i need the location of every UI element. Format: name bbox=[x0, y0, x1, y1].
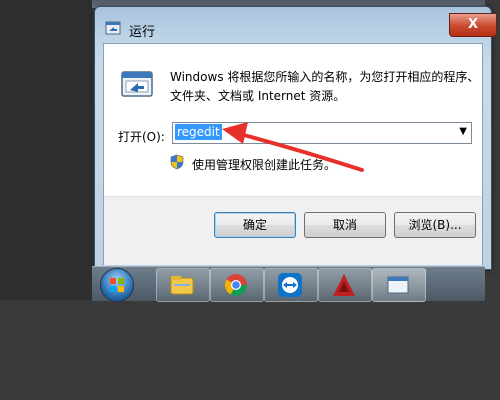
admin-note-text: 使用管理权限创建此任务。 bbox=[192, 158, 337, 172]
taskbar-item-autocad[interactable] bbox=[318, 268, 372, 302]
uac-shield-icon bbox=[170, 154, 184, 170]
taskbar bbox=[92, 266, 485, 302]
chevron-down-icon[interactable]: ▼ bbox=[459, 126, 467, 137]
run-dialog: 运行 X Windows 将根据您所输入的名称，为您打开相应的程序、 文件夹、文… bbox=[94, 6, 497, 270]
description-line-1: Windows 将根据您所输入的名称，为您打开相应的程序、 bbox=[170, 70, 480, 84]
ok-button[interactable]: 确定 bbox=[214, 212, 296, 238]
run-program-icon bbox=[121, 71, 153, 97]
autocad-icon bbox=[333, 274, 355, 296]
open-combobox[interactable]: regedit ▼ bbox=[172, 122, 472, 144]
taskbar-item-teamviewer[interactable] bbox=[264, 268, 318, 302]
open-label: 打开(O): bbox=[118, 130, 165, 144]
desktop-background-bottom bbox=[0, 300, 500, 400]
cancel-button[interactable]: 取消 bbox=[304, 212, 386, 238]
window-title: 运行 bbox=[129, 25, 156, 40]
taskbar-item-chrome[interactable] bbox=[210, 268, 264, 302]
start-button[interactable] bbox=[100, 268, 134, 302]
taskbar-item-explorer[interactable] bbox=[156, 268, 210, 302]
description-line-2: 文件夹、文档或 Internet 资源。 bbox=[170, 89, 346, 103]
description: Windows 将根据您所输入的名称，为您打开相应的程序、 文件夹、文档或 In… bbox=[170, 68, 480, 106]
windows-logo-icon bbox=[110, 278, 124, 292]
browse-button[interactable]: 浏览(B)... bbox=[394, 212, 476, 238]
close-button[interactable]: X bbox=[449, 13, 497, 37]
teamviewer-icon bbox=[278, 273, 302, 297]
chrome-icon bbox=[225, 274, 247, 296]
run-window-icon bbox=[387, 276, 409, 294]
dialog-body: Windows 将根据您所输入的名称，为您打开相应的程序、 文件夹、文档或 In… bbox=[103, 43, 483, 265]
run-title-icon bbox=[105, 21, 121, 35]
file-explorer-icon bbox=[170, 276, 194, 295]
title-bar[interactable]: 运行 X bbox=[95, 7, 497, 43]
desktop-background-left bbox=[0, 0, 92, 300]
open-input-value[interactable]: regedit bbox=[175, 124, 222, 140]
taskbar-item-run[interactable] bbox=[372, 268, 426, 302]
